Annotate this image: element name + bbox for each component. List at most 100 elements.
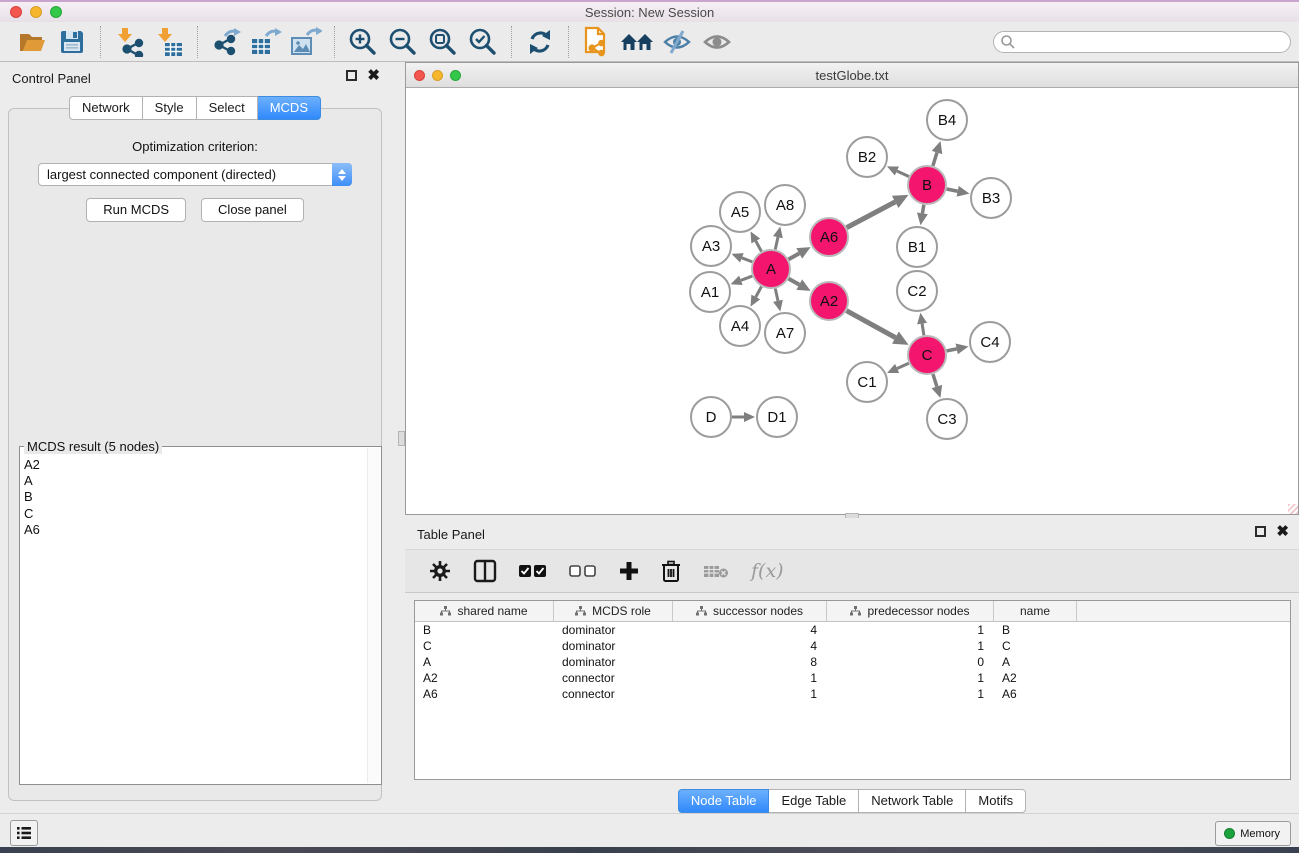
graph-node-A2[interactable]: A2 xyxy=(810,282,848,320)
graph-node-C2[interactable]: C2 xyxy=(897,271,937,311)
graph-node-B1[interactable]: B1 xyxy=(897,227,937,267)
hide-graphics-icon[interactable] xyxy=(657,25,697,59)
result-item[interactable]: A xyxy=(24,473,366,489)
open-folder-icon[interactable] xyxy=(12,25,52,59)
table-cell[interactable]: A6 xyxy=(415,686,554,702)
edge-B-B1[interactable] xyxy=(922,205,923,214)
table-cell[interactable]: 0 xyxy=(827,654,994,670)
close-panel-icon[interactable]: ✖ xyxy=(1276,526,1289,537)
edge-C-C1[interactable] xyxy=(897,363,909,368)
panel-divider-grip[interactable] xyxy=(398,431,405,446)
column-header-mcds-role[interactable]: MCDS role xyxy=(554,601,673,621)
edge-A-A2[interactable] xyxy=(789,279,800,285)
table-cell[interactable]: 1 xyxy=(827,670,994,686)
deselect-all-icon[interactable] xyxy=(569,564,597,578)
export-image-icon[interactable] xyxy=(286,25,326,59)
edge-A2-C[interactable] xyxy=(847,311,896,338)
table-cell[interactable]: 4 xyxy=(673,622,827,638)
search-input[interactable] xyxy=(1016,33,1290,51)
edge-A-A6[interactable] xyxy=(789,253,800,259)
save-icon[interactable] xyxy=(52,25,92,59)
edge-A6-B[interactable] xyxy=(847,202,896,228)
tab-motifs[interactable]: Motifs xyxy=(966,789,1026,813)
tab-mcds[interactable]: MCDS xyxy=(258,96,321,120)
mcds-result-list[interactable]: A2ABCA6 xyxy=(24,457,366,782)
graph-node-D1[interactable]: D1 xyxy=(757,397,797,437)
network-window-titlebar[interactable]: testGlobe.txt xyxy=(406,63,1298,88)
table-cell[interactable]: dominator xyxy=(554,654,673,670)
table-cell[interactable]: 1 xyxy=(827,638,994,654)
table-cell[interactable]: A xyxy=(415,654,554,670)
edge-A-A8[interactable] xyxy=(775,237,778,249)
table-cell[interactable]: connector xyxy=(554,686,673,702)
table-cell[interactable]: 4 xyxy=(673,638,827,654)
table-cell[interactable]: dominator xyxy=(554,622,673,638)
close-panel-button[interactable]: Close panel xyxy=(201,198,304,222)
table-cell[interactable]: A2 xyxy=(415,670,554,686)
tab-style[interactable]: Style xyxy=(143,96,197,120)
table-cell[interactable]: C xyxy=(415,638,554,654)
result-item[interactable]: A2 xyxy=(24,457,366,473)
task-history-button[interactable] xyxy=(10,820,38,846)
refresh-icon[interactable] xyxy=(520,25,560,59)
graph-node-B3[interactable]: B3 xyxy=(971,178,1011,218)
result-scrollbar[interactable] xyxy=(367,448,380,783)
export-network-icon[interactable] xyxy=(206,25,246,59)
zoom-fit-icon[interactable] xyxy=(423,25,463,59)
add-column-icon[interactable] xyxy=(619,561,639,581)
column-header-name[interactable]: name xyxy=(994,601,1077,621)
search-field[interactable] xyxy=(993,31,1291,53)
graph-node-B2[interactable]: B2 xyxy=(847,137,887,177)
network-graph[interactable]: B4B2BB3A5A8A6A3AB1A1C2A2A4A7C4CC1C3DD1 xyxy=(406,89,1298,514)
tab-network[interactable]: Network xyxy=(69,96,143,120)
show-graphics-icon[interactable] xyxy=(697,25,737,59)
table-cell[interactable]: A xyxy=(994,654,1077,670)
edge-A-A4[interactable] xyxy=(756,287,762,297)
edge-B-B3[interactable] xyxy=(947,189,958,191)
graph-node-C1[interactable]: C1 xyxy=(847,362,887,402)
table-row[interactable]: A6connector11A6 xyxy=(415,686,1290,702)
graph-node-A1[interactable]: A1 xyxy=(690,272,730,312)
graph-node-A6[interactable]: A6 xyxy=(810,218,848,256)
result-item[interactable]: A6 xyxy=(24,522,366,538)
window-resize-grip[interactable] xyxy=(1288,504,1298,514)
table-cell[interactable]: A6 xyxy=(994,686,1077,702)
table-row[interactable]: Adominator80A xyxy=(415,654,1290,670)
gear-icon[interactable] xyxy=(429,560,451,582)
column-header-predecessor-nodes[interactable]: predecessor nodes xyxy=(827,601,994,621)
close-panel-icon[interactable]: ✖ xyxy=(367,70,380,81)
table-row[interactable]: Cdominator41C xyxy=(415,638,1290,654)
float-panel-icon[interactable] xyxy=(1255,526,1266,537)
run-mcds-button[interactable]: Run MCDS xyxy=(86,198,186,222)
network-canvas[interactable]: B4B2BB3A5A8A6A3AB1A1C2A2A4A7C4CC1C3DD1 xyxy=(406,89,1298,514)
edge-C-C3[interactable] xyxy=(933,374,937,386)
table-row[interactable]: Bdominator41B xyxy=(415,622,1290,638)
node-table[interactable]: shared nameMCDS rolesuccessor nodesprede… xyxy=(414,600,1291,780)
graph-node-A7[interactable]: A7 xyxy=(765,313,805,353)
tab-edge-table[interactable]: Edge Table xyxy=(769,789,859,813)
table-cell[interactable]: A2 xyxy=(994,670,1077,686)
tab-select[interactable]: Select xyxy=(197,96,258,120)
import-table-icon[interactable] xyxy=(149,25,189,59)
result-item[interactable]: C xyxy=(24,506,366,522)
edge-A-A5[interactable] xyxy=(756,241,762,251)
memory-button[interactable]: Memory xyxy=(1215,821,1291,846)
table-cell[interactable]: 1 xyxy=(827,622,994,638)
select-all-icon[interactable] xyxy=(519,564,547,578)
table-cell[interactable]: 1 xyxy=(827,686,994,702)
graph-node-C3[interactable]: C3 xyxy=(927,399,967,439)
table-cell[interactable]: C xyxy=(994,638,1077,654)
table-cell[interactable]: 1 xyxy=(673,670,827,686)
edge-B-B4[interactable] xyxy=(933,152,937,165)
edge-C-C2[interactable] xyxy=(922,324,924,336)
graph-node-A[interactable]: A xyxy=(752,250,790,288)
edge-A-A1[interactable] xyxy=(741,276,752,280)
graph-node-D[interactable]: D xyxy=(691,397,731,437)
criterion-dropdown[interactable]: largest connected component (directed) xyxy=(38,163,352,186)
result-item[interactable]: B xyxy=(24,489,366,505)
table-cell[interactable]: B xyxy=(415,622,554,638)
edge-A-A3[interactable] xyxy=(742,258,753,262)
column-header-successor-nodes[interactable]: successor nodes xyxy=(673,601,827,621)
float-panel-icon[interactable] xyxy=(346,70,357,81)
tab-network-table[interactable]: Network Table xyxy=(859,789,966,813)
